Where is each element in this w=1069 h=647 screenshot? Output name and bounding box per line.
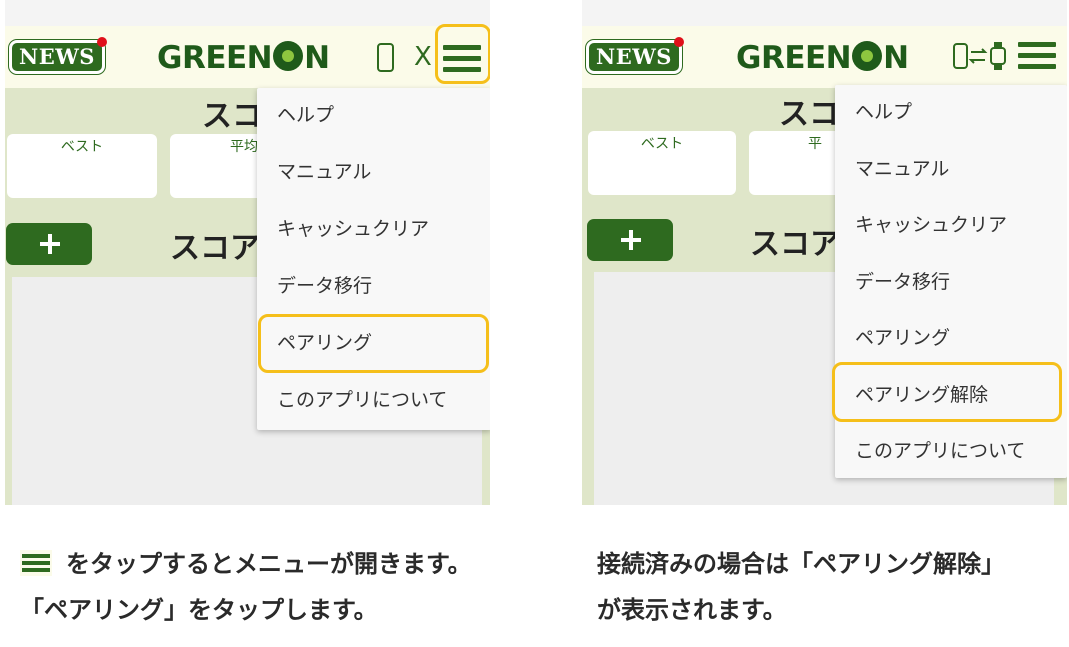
hamburger-icon — [20, 550, 52, 576]
menu-item-about[interactable]: このアプリについて — [855, 436, 1025, 466]
caption-left-line-1: をタップするとメニューが開きます。 — [20, 541, 472, 587]
page-title: スコ — [202, 99, 262, 134]
best-score-card: ベスト — [588, 131, 736, 195]
menu-item-pairing[interactable]: ペアリング — [855, 323, 950, 353]
phone-icon[interactable] — [376, 42, 396, 74]
app-header: NEWS GREEN N X — [5, 24, 490, 88]
news-badge-dot — [674, 37, 684, 47]
logo-o-icon — [273, 41, 304, 71]
news-label: NEWS — [19, 44, 95, 69]
status-bar — [582, 0, 1067, 26]
caption-right-line-1: 接続済みの場合は「ペアリング解除」 — [597, 550, 1005, 578]
add-score-button[interactable] — [6, 223, 92, 265]
menu-item-manual[interactable]: マニュアル — [277, 157, 371, 187]
menu-item-cache-clear[interactable]: キャッシュクリア — [855, 210, 1007, 240]
phone-watch-connected-icon[interactable] — [952, 40, 1012, 74]
dropdown-menu: ヘルプ マニュアル キャッシュクリア データ移行 ペアリング このアプリについて — [257, 88, 490, 430]
score-list-title: スコア — [750, 227, 840, 262]
news-button[interactable]: NEWS — [9, 37, 107, 74]
page-title: スコ — [779, 97, 839, 132]
caption-right: 接続済みの場合は「ペアリング解除」 が表示されます。 — [597, 541, 1005, 633]
menu-item-data-migration[interactable]: データ移行 — [277, 271, 372, 301]
best-score-card: ベスト — [7, 134, 157, 198]
news-badge-dot — [97, 37, 107, 47]
highlight-pairing — [258, 314, 489, 373]
menu-item-help[interactable]: ヘルプ — [277, 100, 334, 130]
screenshot-left: NEWS GREEN N X スコ ベスト 平均 スコア ヘルプ マニュアル キャ… — [5, 0, 490, 505]
news-button[interactable]: NEWS — [586, 37, 684, 74]
brand-logo: GREEN N — [157, 40, 330, 76]
add-score-button[interactable] — [587, 219, 673, 261]
menu-item-help[interactable]: ヘルプ — [855, 97, 912, 127]
menu-item-manual[interactable]: マニュアル — [855, 154, 949, 184]
disconnected-icon: X — [414, 42, 432, 72]
menu-item-data-migration[interactable]: データ移行 — [855, 267, 950, 297]
screenshot-right: NEWS GREEN N スコ ベスト 平 スコア ヘルプ マニュアル キャッシュ… — [582, 0, 1067, 505]
caption-left-line-2: 「ペアリング」をタップします。 — [20, 596, 378, 624]
highlight-hamburger — [435, 24, 490, 84]
menu-item-about[interactable]: このアプリについて — [277, 385, 447, 415]
menu-hamburger-icon[interactable] — [1018, 41, 1056, 71]
app-header: NEWS GREEN N — [582, 26, 1067, 88]
menu-item-cache-clear[interactable]: キャッシュクリア — [277, 214, 429, 244]
score-list-title: スコア — [170, 231, 260, 266]
highlight-unpair — [832, 362, 1062, 422]
logo-o-icon — [852, 41, 883, 71]
caption-left: をタップするとメニューが開きます。 「ペアリング」をタップします。 — [20, 541, 472, 633]
news-label: NEWS — [596, 44, 672, 69]
status-bar — [5, 0, 490, 26]
brand-logo: GREEN N — [736, 40, 909, 76]
caption-right-line-2: が表示されます。 — [597, 596, 787, 624]
